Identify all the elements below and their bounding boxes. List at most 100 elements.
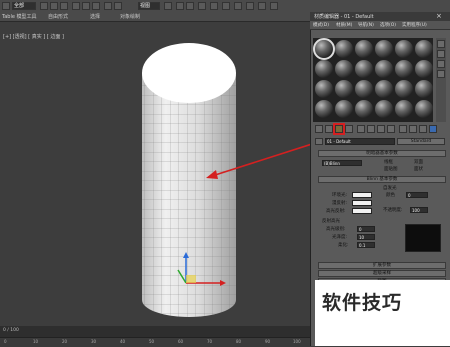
material-slot[interactable] bbox=[395, 40, 413, 58]
sample-type-button[interactable] bbox=[437, 40, 445, 48]
option-two-sided[interactable]: 双面 bbox=[414, 159, 423, 165]
material-slot[interactable] bbox=[415, 60, 433, 78]
specular-highlights-label: 反射高光 bbox=[322, 219, 340, 224]
assign-material-button[interactable] bbox=[333, 123, 345, 135]
material-slot[interactable] bbox=[355, 80, 373, 98]
rollout-shader-basic[interactable]: 明暗器基本参数 bbox=[318, 150, 446, 157]
mirror-button[interactable] bbox=[176, 2, 184, 10]
ruler-tick: 100 bbox=[293, 339, 301, 344]
material-slot[interactable] bbox=[395, 100, 413, 118]
put-to-library-button[interactable] bbox=[377, 125, 385, 133]
frame-counter[interactable]: 0 / 100 bbox=[3, 328, 19, 333]
material-slot[interactable] bbox=[335, 60, 353, 78]
rect-select-button[interactable] bbox=[60, 2, 68, 10]
material-slot[interactable] bbox=[313, 38, 335, 60]
render-setup-button[interactable] bbox=[246, 2, 254, 10]
sample-uv-button[interactable] bbox=[437, 70, 445, 78]
material-slot[interactable] bbox=[375, 40, 393, 58]
menu-item-utilities[interactable]: 实用程序(U) bbox=[402, 22, 427, 28]
menu-item-material[interactable]: 材质(M) bbox=[336, 22, 352, 28]
material-slot[interactable] bbox=[395, 80, 413, 98]
option-faceted[interactable]: 面状 bbox=[414, 166, 423, 172]
render-frame-button[interactable] bbox=[258, 2, 266, 10]
opacity-label: 不透明度: bbox=[383, 208, 403, 213]
diffuse-color-swatch[interactable] bbox=[352, 200, 372, 206]
reset-map-button[interactable] bbox=[345, 125, 353, 133]
material-slot[interactable] bbox=[335, 80, 353, 98]
material-editor-button[interactable] bbox=[234, 2, 242, 10]
close-icon[interactable]: × bbox=[436, 12, 442, 20]
select-by-name-button[interactable] bbox=[50, 2, 58, 10]
curve-editor-button[interactable] bbox=[210, 2, 218, 10]
schematic-button[interactable] bbox=[222, 2, 230, 10]
material-slot[interactable] bbox=[355, 60, 373, 78]
layer-button[interactable] bbox=[198, 2, 206, 10]
material-slot[interactable] bbox=[355, 100, 373, 118]
rollout-extended[interactable]: 扩展参数 bbox=[318, 262, 446, 269]
menu-item-options[interactable]: 选项(O) bbox=[380, 22, 396, 28]
rollout-supersampling[interactable]: 超级采样 bbox=[318, 270, 446, 277]
material-slot[interactable] bbox=[375, 100, 393, 118]
snap-button[interactable] bbox=[104, 2, 112, 10]
move-button[interactable] bbox=[72, 2, 80, 10]
put-to-scene-button[interactable] bbox=[325, 125, 333, 133]
material-slot[interactable] bbox=[315, 60, 333, 78]
go-forward-button[interactable] bbox=[429, 125, 437, 133]
glossiness-field[interactable]: 10 bbox=[357, 234, 375, 240]
shader-type-dropdown[interactable]: (B)Blinn bbox=[322, 160, 362, 166]
ribbon-tab[interactable]: 选择 bbox=[90, 13, 100, 20]
self-illumination-label: 自发光 bbox=[383, 186, 397, 191]
rotate-button[interactable] bbox=[82, 2, 90, 10]
select-object-button[interactable] bbox=[40, 2, 48, 10]
menu-item-navigation[interactable]: 导航(N) bbox=[358, 22, 374, 28]
angle-snap-button[interactable] bbox=[114, 2, 122, 10]
material-id-button[interactable] bbox=[387, 125, 395, 133]
ribbon-tab[interactable]: Table 模型工具 bbox=[2, 13, 37, 20]
scale-button[interactable] bbox=[92, 2, 100, 10]
eyedropper-icon[interactable] bbox=[315, 138, 323, 145]
option-face-map[interactable]: 面贴图 bbox=[384, 166, 398, 172]
show-map-button[interactable] bbox=[399, 125, 407, 133]
material-slot[interactable] bbox=[395, 60, 413, 78]
material-slot[interactable] bbox=[415, 100, 433, 118]
ruler-tick: 60 bbox=[178, 339, 184, 344]
specular-level-field[interactable]: 0 bbox=[357, 226, 375, 232]
material-slot[interactable] bbox=[375, 80, 393, 98]
rollout-blinn-basic[interactable]: Blinn 基本参数 bbox=[318, 176, 446, 183]
material-slot[interactable] bbox=[315, 80, 333, 98]
ambient-color-swatch[interactable] bbox=[352, 192, 372, 198]
material-slot[interactable] bbox=[415, 80, 433, 98]
material-slot[interactable] bbox=[335, 40, 353, 58]
material-editor-titlebar[interactable]: 材质编辑器 - 01 - Default × bbox=[310, 12, 450, 21]
material-slot[interactable] bbox=[355, 40, 373, 58]
render-button[interactable] bbox=[270, 2, 278, 10]
selection-filter-dropdown[interactable]: 全部 bbox=[12, 2, 36, 10]
make-unique-button[interactable] bbox=[367, 125, 375, 133]
copy-material-button[interactable] bbox=[357, 125, 365, 133]
specular-color-swatch[interactable] bbox=[352, 208, 372, 214]
ribbon-tab[interactable]: 对象绘制 bbox=[120, 13, 140, 20]
self-illum-color-field[interactable]: 0 bbox=[406, 192, 428, 198]
undo-button[interactable] bbox=[2, 2, 10, 10]
material-slot[interactable] bbox=[335, 100, 353, 118]
viewport-scene bbox=[142, 43, 310, 317]
show-end-result-button[interactable] bbox=[409, 125, 417, 133]
material-slot[interactable] bbox=[415, 40, 433, 58]
ribbon-tab[interactable]: 自由形式 bbox=[48, 13, 68, 20]
material-slot[interactable] bbox=[375, 60, 393, 78]
material-slot[interactable] bbox=[315, 100, 333, 118]
ruler-tick: 0 bbox=[4, 339, 7, 344]
align-button[interactable] bbox=[186, 2, 194, 10]
go-to-parent-button[interactable] bbox=[419, 125, 427, 133]
menu-item-mode[interactable]: 模式(D) bbox=[313, 22, 329, 28]
backlight-button[interactable] bbox=[437, 50, 445, 58]
soften-field[interactable]: 0.1 bbox=[357, 242, 375, 248]
opacity-field[interactable]: 100 bbox=[410, 207, 428, 213]
view-dropdown[interactable]: 视图 bbox=[138, 2, 160, 10]
get-material-button[interactable] bbox=[315, 125, 323, 133]
pivot-button[interactable] bbox=[164, 2, 172, 10]
option-wire[interactable]: 线框 bbox=[384, 159, 393, 165]
background-button[interactable] bbox=[437, 60, 445, 68]
material-name-field[interactable]: 01 - Default bbox=[325, 138, 395, 145]
material-type-button[interactable]: Standard bbox=[397, 138, 445, 145]
